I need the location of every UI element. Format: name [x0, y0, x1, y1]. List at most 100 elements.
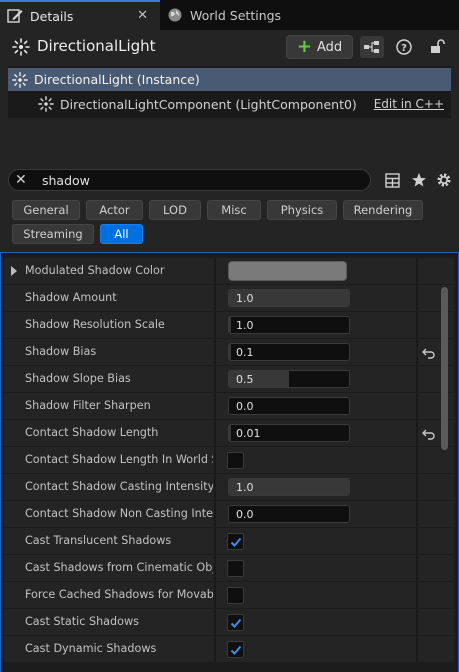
property-row: Cast Static Shadows — [2, 609, 454, 635]
column-divider[interactable] — [214, 420, 216, 446]
column-divider — [416, 501, 418, 527]
column-divider[interactable] — [214, 474, 216, 500]
column-divider[interactable] — [214, 609, 216, 635]
tab-world-settings[interactable]: World Settings — [160, 0, 310, 30]
number-field[interactable]: 0.0 — [228, 505, 350, 523]
column-divider — [416, 447, 418, 473]
star-icon[interactable] — [409, 170, 429, 190]
number-field[interactable]: 0.01 — [228, 424, 350, 442]
column-divider — [416, 528, 418, 554]
filter-rendering[interactable]: Rendering — [343, 200, 423, 220]
reset-to-default-icon[interactable] — [420, 344, 436, 360]
close-icon[interactable]: ✕ — [137, 8, 148, 23]
checkbox[interactable] — [227, 533, 244, 550]
directional-light-icon — [38, 96, 54, 112]
number-value: 1.0 — [236, 481, 254, 494]
search-input[interactable]: ✕ shadow — [8, 169, 371, 191]
property-name: Shadow Slope Bias — [25, 372, 131, 385]
property-row: Cast Translucent Shadows — [2, 528, 454, 554]
help-icon[interactable]: ? — [392, 36, 416, 58]
checkbox[interactable] — [227, 452, 244, 469]
property-row: Contact Shadow Non Casting Intensity 0.0 — [2, 501, 454, 527]
column-divider[interactable] — [214, 393, 216, 419]
tab-world-settings-label: World Settings — [190, 7, 282, 23]
property-row: Contact Shadow Casting Intensity 1.0 — [2, 474, 454, 500]
column-divider[interactable] — [214, 312, 216, 338]
table-view-icon[interactable] — [382, 170, 402, 190]
column-divider[interactable] — [214, 366, 216, 392]
globe-icon — [167, 7, 183, 23]
instance-row[interactable]: DirectionalLight (Instance) — [8, 68, 451, 91]
color-swatch[interactable] — [228, 261, 347, 281]
property-row: Shadow Resolution Scale 1.0 — [2, 312, 454, 338]
number-field[interactable]: 1.0 — [228, 289, 350, 307]
number-field[interactable]: 1.0 — [228, 316, 350, 334]
number-value: 0.01 — [236, 427, 261, 440]
gear-icon[interactable] — [434, 170, 454, 190]
column-divider[interactable] — [214, 636, 216, 662]
checkbox[interactable] — [227, 641, 244, 658]
filter-actor[interactable]: Actor — [86, 200, 143, 220]
filter-physics[interactable]: Physics — [267, 200, 337, 220]
checkbox[interactable] — [227, 560, 244, 577]
plus-icon: + — [296, 36, 312, 57]
column-divider[interactable] — [214, 582, 216, 608]
tab-bar: Details ✕ World Settings — [0, 0, 459, 30]
column-divider[interactable] — [214, 501, 216, 527]
component-label: DirectionalLightComponent (LightComponen… — [60, 96, 357, 112]
checkmark-icon — [230, 645, 242, 655]
scrollbar-thumb[interactable] — [441, 287, 448, 450]
tab-details-label: Details — [30, 8, 74, 24]
expand-arrow-icon[interactable] — [11, 266, 17, 276]
instance-label: DirectionalLight (Instance) — [34, 72, 200, 87]
property-name: Cast Translucent Shadows — [25, 534, 172, 547]
property-row: Cast Shadows from Cinematic Objects Only — [2, 555, 454, 581]
search-area: ✕ shadow General Actor LOD Misc Physics … — [0, 160, 459, 252]
edit-in-cpp-link[interactable]: Edit in C++ — [374, 97, 444, 111]
filter-misc[interactable]: Misc — [207, 200, 261, 220]
column-divider[interactable] — [214, 555, 216, 581]
filter-lod[interactable]: LOD — [149, 200, 201, 220]
lock-icon[interactable] — [425, 36, 449, 58]
tab-details[interactable]: Details ✕ — [0, 0, 160, 30]
number-field[interactable]: 1.0 — [228, 478, 350, 496]
details-header: DirectionalLight + Add ? — [0, 30, 459, 64]
number-field[interactable]: 0.1 — [228, 343, 350, 361]
component-row[interactable]: DirectionalLightComponent (LightComponen… — [8, 93, 451, 115]
slider-fill — [229, 317, 232, 333]
property-name: Shadow Amount — [25, 291, 117, 304]
property-name: Cast Shadows from Cinematic Objects Only — [25, 561, 213, 574]
checkbox[interactable] — [227, 614, 244, 631]
svg-text:?: ? — [401, 43, 407, 54]
actor-name: DirectionalLight — [37, 37, 156, 55]
column-divider — [416, 339, 418, 365]
search-query: shadow — [42, 173, 90, 188]
reset-to-default-icon[interactable] — [420, 425, 436, 441]
column-divider[interactable] — [214, 528, 216, 554]
checkbox[interactable] — [227, 587, 244, 604]
filter-streaming[interactable]: Streaming — [12, 224, 94, 244]
column-divider — [416, 582, 418, 608]
column-divider[interactable] — [214, 285, 216, 311]
number-field[interactable]: 0.5 — [228, 370, 350, 388]
number-value: 0.5 — [236, 373, 254, 386]
column-divider[interactable] — [214, 258, 216, 284]
add-component-button[interactable]: + Add — [286, 35, 353, 59]
column-divider[interactable] — [214, 339, 216, 365]
clear-search-icon[interactable]: ✕ — [15, 172, 27, 188]
column-divider — [416, 474, 418, 500]
filter-general[interactable]: General — [12, 200, 80, 220]
column-divider[interactable] — [214, 447, 216, 473]
property-name: Contact Shadow Casting Intensity — [25, 480, 213, 493]
directional-light-icon — [12, 38, 30, 56]
filter-all[interactable]: All — [100, 224, 143, 244]
number-field[interactable]: 0.0 — [228, 397, 350, 415]
checkmark-icon — [230, 537, 242, 547]
add-button-label: Add — [316, 39, 343, 55]
column-divider — [416, 285, 418, 311]
directional-light-icon — [12, 71, 28, 88]
property-row: Contact Shadow Length In World Space — [2, 447, 454, 473]
property-grid: Modulated Shadow Color Shadow Amount 1.0 Sh… — [0, 252, 459, 672]
blueprint-icon[interactable] — [360, 36, 384, 58]
property-name: Shadow Filter Sharpen — [25, 399, 151, 412]
